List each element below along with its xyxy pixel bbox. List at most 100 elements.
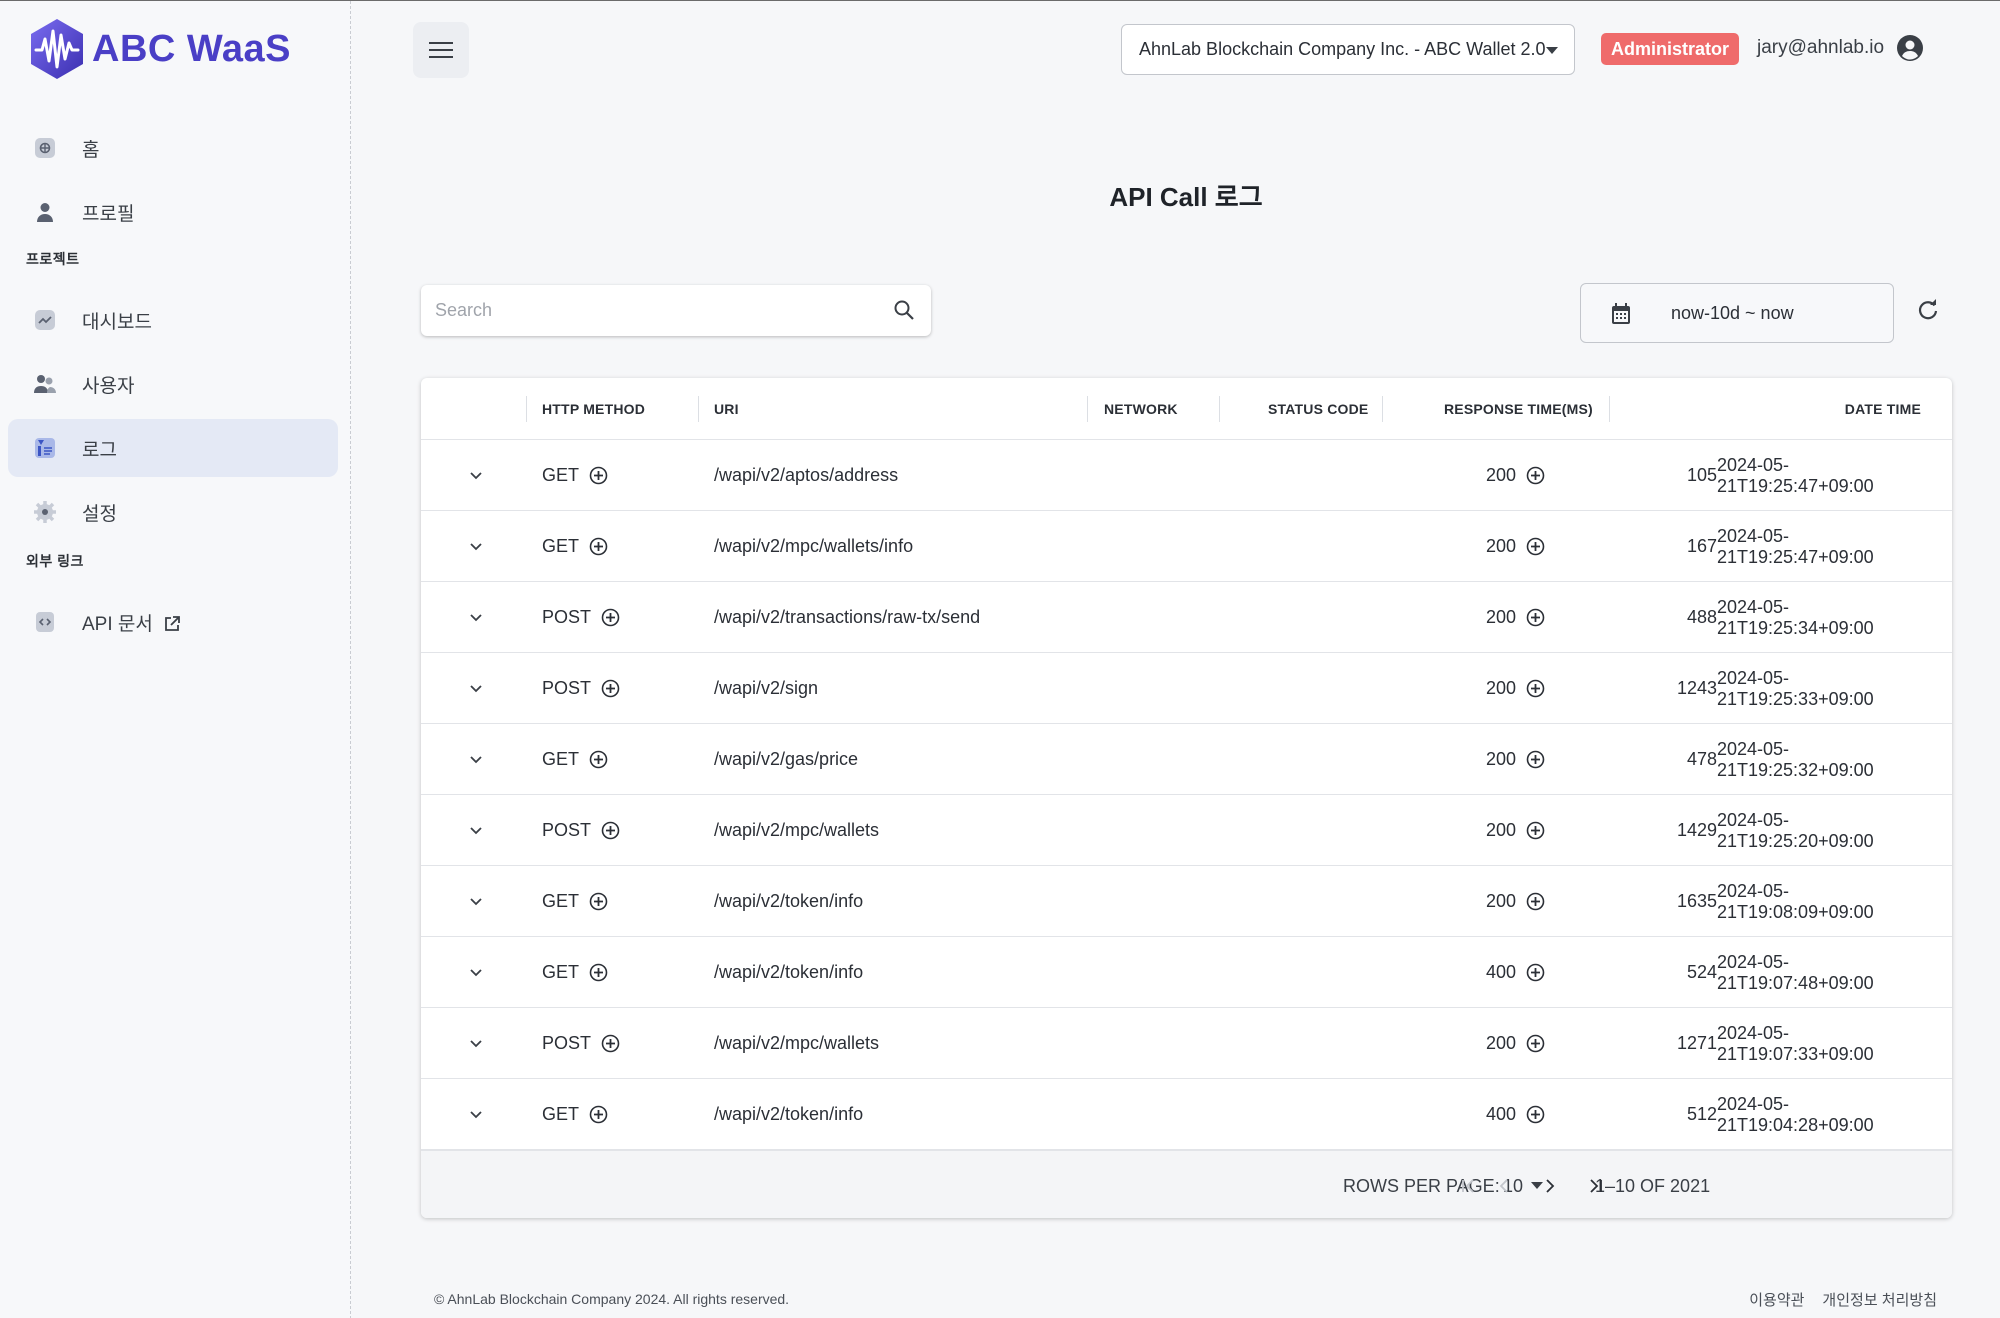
add-filter-icon[interactable]	[589, 892, 608, 911]
table-row[interactable]: GET /wapi/v2/token/info 200 1635 2024-05…	[421, 866, 1952, 937]
organization-select-value: AhnLab Blockchain Company Inc. - ABC Wal…	[1139, 39, 1546, 59]
add-filter-icon[interactable]	[601, 821, 620, 840]
expand-row-button[interactable]	[461, 1079, 491, 1150]
expand-row-button[interactable]	[461, 440, 491, 511]
expand-row-button[interactable]	[461, 511, 491, 582]
brand-logo[interactable]: ABC WaaS	[28, 17, 291, 81]
add-filter-icon[interactable]	[1526, 1034, 1545, 1053]
add-filter-icon[interactable]	[589, 466, 608, 485]
chevron-down-icon	[470, 826, 482, 834]
expand-row-button[interactable]	[461, 937, 491, 1008]
column-header-response-time[interactable]: RESPONSE TIME(MS)	[1444, 378, 1593, 440]
date-time-cell: 2024-05-21T19:07:48+09:00	[1717, 951, 1874, 993]
search-icon[interactable]	[893, 299, 915, 321]
terms-link[interactable]: 이용약관	[1749, 1289, 1804, 1310]
expand-row-button[interactable]	[461, 1008, 491, 1079]
status-code: 200	[1485, 607, 1516, 627]
column-separator	[526, 396, 527, 422]
table-row[interactable]: POST /wapi/v2/sign 200 1243 2024-05-21T1…	[421, 653, 1952, 724]
first-page-button[interactable]	[1453, 1171, 1483, 1201]
column-header-uri[interactable]: URI	[714, 378, 739, 440]
next-page-button[interactable]	[1535, 1171, 1565, 1201]
chevron-right-icon	[1546, 1179, 1555, 1193]
response-time-cell: 1429	[1676, 820, 1717, 840]
add-filter-icon[interactable]	[1526, 466, 1545, 485]
person-icon	[32, 199, 58, 225]
status-code-cell: 400	[1299, 937, 1545, 1008]
column-header-date-time[interactable]: DATE TIME	[1721, 378, 1921, 440]
add-filter-icon[interactable]	[589, 1105, 608, 1124]
column-separator	[698, 396, 699, 422]
role-badge: Administrator	[1601, 33, 1740, 65]
table-row[interactable]: GET /wapi/v2/mpc/wallets/info 200 167 20…	[421, 511, 1952, 582]
status-code-cell: 400	[1299, 1079, 1545, 1150]
add-filter-icon[interactable]	[1526, 537, 1545, 556]
add-filter-icon[interactable]	[601, 679, 620, 698]
uri-cell: /wapi/v2/sign	[714, 678, 819, 698]
section-heading-project: 프로젝트	[26, 251, 80, 267]
column-separator	[1382, 396, 1383, 422]
table-row[interactable]: POST /wapi/v2/mpc/wallets 200 1271 2024-…	[421, 1008, 1952, 1079]
add-filter-icon[interactable]	[1526, 679, 1545, 698]
table-row[interactable]: GET /wapi/v2/aptos/address 200 105 2024-…	[421, 440, 1952, 511]
add-filter-icon[interactable]	[601, 608, 620, 627]
code-doc-icon	[32, 609, 58, 635]
expand-row-button[interactable]	[461, 866, 491, 937]
table-row[interactable]: GET /wapi/v2/token/info 400 512 2024-05-…	[421, 1079, 1952, 1150]
sidebar-item-profile[interactable]: 프로필	[8, 183, 338, 241]
column-header-network[interactable]: NETWORK	[1104, 378, 1178, 440]
http-method-cell: GET	[542, 440, 608, 511]
add-filter-icon[interactable]	[589, 750, 608, 769]
add-filter-icon[interactable]	[1526, 821, 1545, 840]
privacy-policy-link[interactable]: 개인정보 처리방침	[1822, 1289, 1937, 1310]
expand-row-button[interactable]	[461, 653, 491, 724]
status-code: 200	[1485, 465, 1516, 485]
sidebar-item-label: API 문서	[82, 613, 153, 635]
column-separator	[1087, 396, 1088, 422]
http-method-cell: POST	[542, 582, 620, 653]
sidebar-item-home[interactable]: 홈	[8, 119, 338, 177]
previous-page-button[interactable]	[1489, 1171, 1519, 1201]
table-row[interactable]: POST /wapi/v2/transactions/raw-tx/send 2…	[421, 582, 1952, 653]
expand-row-button[interactable]	[461, 724, 491, 795]
add-filter-icon[interactable]	[1526, 892, 1545, 911]
refresh-icon[interactable]	[1917, 299, 1939, 321]
http-method: GET	[542, 465, 580, 485]
search-input[interactable]	[435, 285, 865, 336]
table-header: HTTP METHOD URI NETWORK STATUS CODE RESP…	[421, 378, 1952, 440]
http-method-cell: GET	[542, 1079, 608, 1150]
add-filter-icon[interactable]	[589, 537, 608, 556]
chevron-down-icon	[470, 755, 482, 763]
date-range-picker[interactable]: now-10d ~ now	[1580, 283, 1894, 343]
account-circle-icon[interactable]	[1896, 34, 1924, 62]
last-page-button[interactable]	[1581, 1171, 1611, 1201]
table-row[interactable]: GET /wapi/v2/token/info 400 524 2024-05-…	[421, 937, 1952, 1008]
sidebar-item-settings[interactable]: 설정	[8, 483, 338, 541]
expand-row-button[interactable]	[461, 795, 491, 866]
uri-cell: /wapi/v2/token/info	[714, 891, 864, 911]
column-header-http-method[interactable]: HTTP METHOD	[542, 378, 645, 440]
add-filter-icon[interactable]	[1526, 608, 1545, 627]
table-row[interactable]: POST /wapi/v2/mpc/wallets 200 1429 2024-…	[421, 795, 1952, 866]
log-icon	[32, 435, 58, 461]
add-filter-icon[interactable]	[589, 963, 608, 982]
add-filter-icon[interactable]	[601, 1034, 620, 1053]
column-separator	[1219, 396, 1220, 422]
api-log-table: HTTP METHOD URI NETWORK STATUS CODE RESP…	[421, 378, 1952, 1218]
status-code: 200	[1485, 820, 1516, 840]
sidebar-item-logs[interactable]: 로그	[8, 419, 338, 477]
sidebar-item-users[interactable]: 사용자	[8, 355, 338, 413]
status-code-cell: 200	[1299, 511, 1545, 582]
sidebar-item-api-docs[interactable]: API 문서	[8, 593, 338, 651]
organization-select[interactable]: AhnLab Blockchain Company Inc. - ABC Wal…	[1121, 24, 1575, 75]
column-header-status-code[interactable]: STATUS CODE	[1268, 378, 1368, 440]
add-filter-icon[interactable]	[1526, 750, 1545, 769]
table-row[interactable]: GET /wapi/v2/gas/price 200 478 2024-05-2…	[421, 724, 1952, 795]
sidebar-item-dashboard[interactable]: 대시보드	[8, 291, 338, 349]
expand-row-button[interactable]	[461, 582, 491, 653]
date-time-cell: 2024-05-21T19:25:20+09:00	[1717, 809, 1874, 851]
add-filter-icon[interactable]	[1526, 1105, 1545, 1124]
menu-toggle-button[interactable]	[413, 22, 469, 78]
add-filter-icon[interactable]	[1526, 963, 1545, 982]
http-method: GET	[542, 749, 580, 769]
